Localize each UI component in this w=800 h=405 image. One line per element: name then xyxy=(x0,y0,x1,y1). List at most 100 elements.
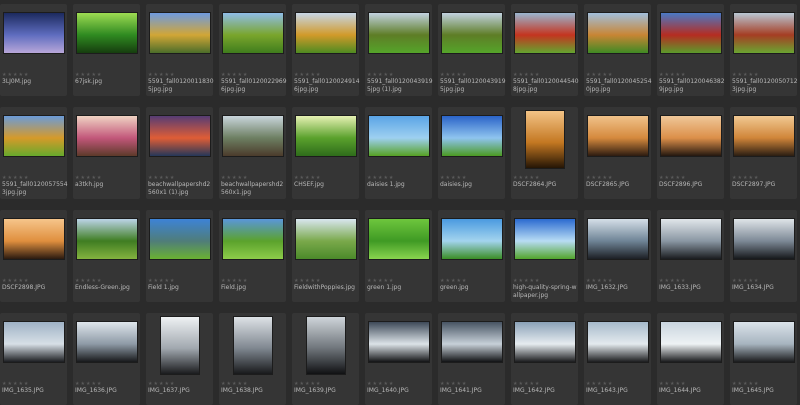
thumbnail-cell[interactable]: ★★★★★ DSCF2865.JPG xyxy=(584,107,651,199)
thumbnail-image[interactable] xyxy=(295,219,356,259)
thumbnail-cell[interactable]: ★★★★★ IMG_1634.JPG xyxy=(730,210,797,302)
thumbnail-image[interactable] xyxy=(149,219,210,259)
thumbnail-image[interactable] xyxy=(587,116,648,156)
thumbnail-image[interactable] xyxy=(233,317,272,374)
thumbnail-image[interactable] xyxy=(295,116,356,156)
thumbnail-image[interactable] xyxy=(525,111,564,168)
thumbnail-cell[interactable]: ★★★★★ IMG_1642.JPG xyxy=(511,313,578,405)
thumbnail-image[interactable] xyxy=(660,219,721,259)
thumbnail-cell[interactable]: ★★★★★ IMG_1638.JPG xyxy=(219,313,286,405)
thumbnail-image[interactable] xyxy=(222,116,283,156)
thumbnail-cell[interactable]: ★★★★★ Field 1.jpg xyxy=(146,210,213,302)
thumbnail-cell[interactable]: ★★★★★ 5591_fall01200229696jpg.jpg xyxy=(219,4,287,96)
thumbnail-cell[interactable]: ★★★★★ IMG_1633.JPG xyxy=(657,210,724,302)
thumbnail-image[interactable] xyxy=(733,219,794,259)
thumbnail-image[interactable] xyxy=(76,322,137,362)
thumbnail-cell[interactable]: ★★★★★ IMG_1645.JPG xyxy=(730,313,797,405)
thumbnail-image[interactable] xyxy=(733,13,794,53)
thumbnail-image[interactable] xyxy=(222,13,283,53)
thumbnail-cell[interactable]: ★★★★★ FieldwithPoppies.jpg xyxy=(292,210,359,302)
thumbnail-cell[interactable]: ★★★★★ IMG_1640.JPG xyxy=(365,313,432,405)
thumbnail-image[interactable] xyxy=(3,116,64,156)
thumbnail-image[interactable] xyxy=(222,219,283,259)
thumbnail-image[interactable] xyxy=(660,13,721,53)
thumbnail-filename: 5591_fall01200463829jpg.jpg xyxy=(659,78,725,93)
thumbnail-image[interactable] xyxy=(441,116,502,156)
thumbnail-image[interactable] xyxy=(368,219,429,259)
thumbnail-image[interactable] xyxy=(514,13,575,53)
thumbnail-cell[interactable]: ★★★★★ CHSEF.jpg xyxy=(292,107,359,199)
thumbnail-image[interactable] xyxy=(514,322,575,362)
thumbnail-cell[interactable]: ★★★★★ DSCF2896.JPG xyxy=(657,107,724,199)
thumbnail-cell[interactable]: ★★★★★ 5591_fall01200445408jpg.jpg xyxy=(511,4,579,96)
thumbnail-cell[interactable]: ★★★★★ DSCF2864.JPG xyxy=(511,107,578,199)
thumbnail-image[interactable] xyxy=(587,322,648,362)
thumbnail-image[interactable] xyxy=(368,322,429,362)
thumbnail-cell[interactable]: ★★★★★ green.jpg xyxy=(438,210,505,302)
thumbnail-cell[interactable]: ★★★★★ 67jsk.jpg xyxy=(73,4,140,96)
thumbnail-image[interactable] xyxy=(441,13,502,53)
thumbnail-filename: Field 1.jpg xyxy=(148,284,179,291)
thumbnail-image[interactable] xyxy=(295,13,356,53)
thumbnail-image[interactable] xyxy=(514,219,575,259)
thumbnail-cell[interactable]: ★★★★★ 5591_fall01200463829jpg.jpg xyxy=(657,4,725,96)
thumbnail-filename: 3LJ0M.jpg xyxy=(2,78,32,85)
thumbnail-cell[interactable]: ★★★★★ green 1.jpg xyxy=(365,210,432,302)
thumbnail-cell[interactable]: ★★★★★ 5591_fall01200249146jpg.jpg xyxy=(292,4,360,96)
thumbnail-cell[interactable]: ★★★★★ a3tkh.jpg xyxy=(73,107,140,199)
thumbnail-cell[interactable]: ★★★★★ 5591_fall01200439195jpg (1).jpg xyxy=(365,4,433,96)
thumbnail-cell[interactable]: ★★★★★ IMG_1641.JPG xyxy=(438,313,505,405)
thumbnail-image[interactable] xyxy=(733,322,794,362)
thumbnail-filename: IMG_1635.JPG xyxy=(2,387,44,394)
thumbnail-cell[interactable]: ★★★★★ 5591_fall01200507123jpg.jpg xyxy=(730,4,798,96)
thumbnail-image[interactable] xyxy=(76,219,137,259)
thumbnail-cell[interactable]: ★★★★★ Field.jpg xyxy=(219,210,286,302)
thumbnail-cell[interactable]: ★★★★★ DSCF2898.JPG xyxy=(0,210,67,302)
thumbnail-cell[interactable]: ★★★★★ IMG_1644.JPG xyxy=(657,313,724,405)
thumbnail-image[interactable] xyxy=(660,116,721,156)
thumbnail-image[interactable] xyxy=(3,219,64,259)
thumbnail-cell[interactable]: ★★★★★ IMG_1643.JPG xyxy=(584,313,651,405)
thumbnail-cell[interactable]: ★★★★★ IMG_1637.JPG xyxy=(146,313,213,405)
thumbnail-filename: IMG_1640.JPG xyxy=(367,387,409,394)
thumbnail-filename: IMG_1637.JPG xyxy=(148,387,190,394)
thumbnail-image[interactable] xyxy=(587,13,648,53)
thumbnail-image[interactable] xyxy=(3,13,64,53)
thumbnail-cell[interactable]: ★★★★★ IMG_1635.JPG xyxy=(0,313,67,405)
thumbnail-image[interactable] xyxy=(3,322,64,362)
thumbnail-cell[interactable]: ★★★★★ Endless-Green.jpg xyxy=(73,210,140,302)
thumbnail-image[interactable] xyxy=(441,219,502,259)
thumbnail-image[interactable] xyxy=(368,116,429,156)
thumbnail-cell[interactable]: ★★★★★ daisies.jpg xyxy=(438,107,505,199)
thumbnail-image[interactable] xyxy=(441,322,502,362)
thumbnail-cell[interactable]: ★★★★★ daisies 1.jpg xyxy=(365,107,432,199)
thumbnail-cell[interactable]: ★★★★★ IMG_1632.JPG xyxy=(584,210,651,302)
thumbnail-cell[interactable]: ★★★★★ 3LJ0M.jpg xyxy=(0,4,67,96)
thumbnail-image[interactable] xyxy=(660,322,721,362)
thumbnail-image[interactable] xyxy=(733,116,794,156)
thumbnail-image[interactable] xyxy=(76,116,137,156)
thumbnail-cell[interactable]: ★★★★★ DSCF2897.JPG xyxy=(730,107,797,199)
thumbnail-cell[interactable]: ★★★★★ 5591_fall01200118305jpg.jpg xyxy=(146,4,214,96)
thumbnail-filename: DSCF2898.JPG xyxy=(2,284,46,291)
thumbnail-image[interactable] xyxy=(149,116,210,156)
thumbnail-cell[interactable]: ★★★★★ beachwallpapershd2560x1.jpg xyxy=(219,107,286,199)
thumbnail-cell[interactable]: ★★★★★ high-quality-spring-wallpaper.jpg xyxy=(511,210,578,302)
thumbnail-cell[interactable]: ★★★★★ beachwallpapershd2560x1 (1).jpg xyxy=(146,107,213,199)
thumbnail-cell[interactable]: ★★★★★ IMG_1639.JPG xyxy=(292,313,359,405)
thumbnail-image[interactable] xyxy=(306,317,345,374)
thumbnail-image[interactable] xyxy=(160,317,199,374)
thumbnail-image[interactable] xyxy=(368,13,429,53)
thumbnail-filename: a3tkh.jpg xyxy=(75,181,104,188)
thumbnail-image[interactable] xyxy=(587,219,648,259)
thumbnail-image[interactable] xyxy=(76,13,137,53)
thumbnail-cell[interactable]: ★★★★★ IMG_1636.JPG xyxy=(73,313,140,405)
thumbnail-filename: 5591_fall01200118305jpg.jpg xyxy=(148,78,214,93)
thumbnail-filename: 5591_fall01200445408jpg.jpg xyxy=(513,78,579,93)
thumbnail-filename: 5591_fall01200229696jpg.jpg xyxy=(221,78,287,93)
thumbnail-image[interactable] xyxy=(149,13,210,53)
thumbnail-cell[interactable]: ★★★★★ 5591_fall01200452540jpg.jpg xyxy=(584,4,652,96)
thumbnail-cell[interactable]: ★★★★★ 5591_fall01200575543jpg.jpg xyxy=(0,107,68,199)
thumbnail-cell[interactable]: ★★★★★ 5591_fall01200439195jpg.jpg xyxy=(438,4,506,96)
thumbnail-filename: DSCF2896.JPG xyxy=(659,181,703,188)
